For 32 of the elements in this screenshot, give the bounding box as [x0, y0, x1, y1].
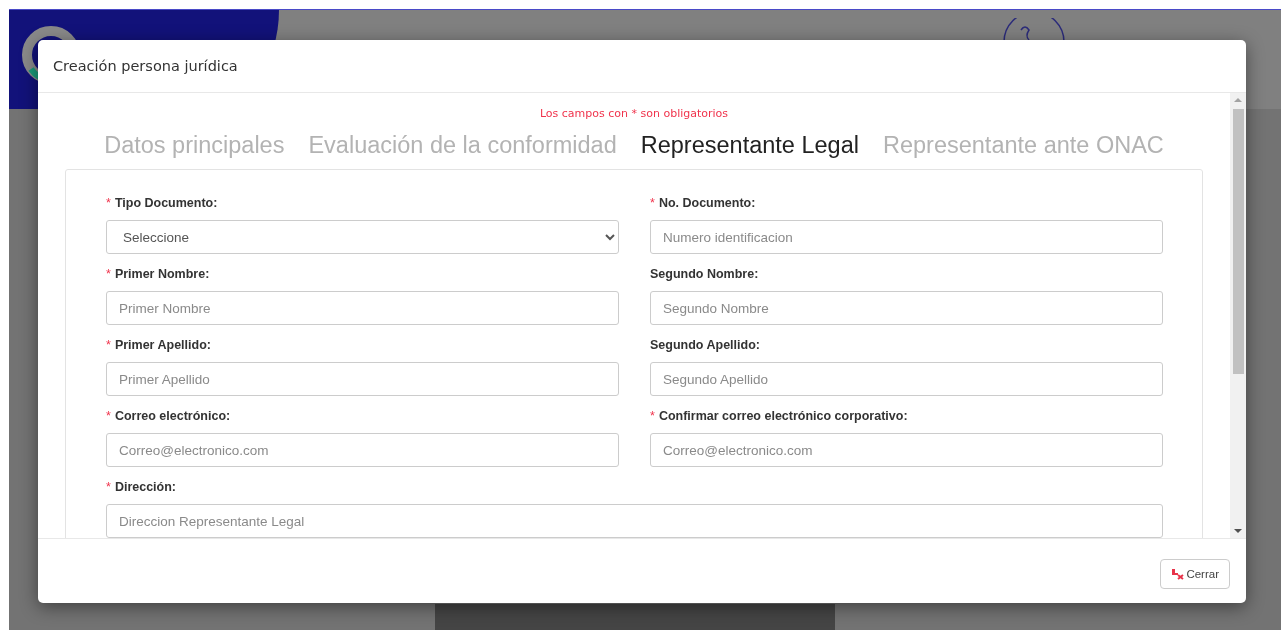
- required-mark: *: [650, 409, 655, 425]
- input-field[interactable]: Primer Nombre: [106, 291, 619, 325]
- puzzle-logo-icon: [1002, 18, 1066, 42]
- required-mark: *: [106, 480, 111, 496]
- required-mark: *: [106, 267, 111, 283]
- required-mark: *: [106, 196, 111, 212]
- field-label: Correo electrónico:: [114, 409, 231, 425]
- input-field[interactable]: Primer Apellido: [106, 362, 619, 396]
- field-label: Primer Apellido:: [114, 338, 211, 354]
- field-label: Primer Nombre:: [114, 267, 210, 283]
- close-icon: [1171, 568, 1185, 580]
- required-mark: *: [106, 409, 111, 425]
- field-label: No. Documento:: [658, 196, 756, 212]
- required-mark: *: [650, 196, 655, 212]
- tab[interactable]: Representante Legal: [634, 131, 865, 159]
- field-label: Tipo Documento:: [114, 196, 218, 212]
- input-field[interactable]: Correo@electronico.com: [650, 433, 1163, 467]
- field-label: Confirmar correo electrónico corporativo:: [658, 409, 908, 425]
- close-button[interactable]: Cerrar: [1160, 559, 1230, 589]
- input-field[interactable]: Numero identificacion: [650, 220, 1163, 254]
- select-field[interactable]: Seleccione: [106, 220, 619, 254]
- field-label: Dirección:: [114, 480, 176, 496]
- field-label: Segundo Apellido:: [650, 338, 760, 354]
- input-field[interactable]: Correo@electronico.com: [106, 433, 619, 467]
- input-field[interactable]: Segundo Apellido: [650, 362, 1163, 396]
- required-mark: *: [106, 338, 111, 354]
- required-note: Los campos con * son obligatorios: [539, 107, 729, 120]
- field-label: Segundo Nombre:: [650, 267, 759, 283]
- scrollbar[interactable]: [1230, 93, 1246, 538]
- input-field[interactable]: Segundo Nombre: [650, 291, 1163, 325]
- modal-title: Creación persona jurídica: [53, 58, 238, 74]
- input-field[interactable]: Direccion Representante Legal: [106, 504, 1163, 538]
